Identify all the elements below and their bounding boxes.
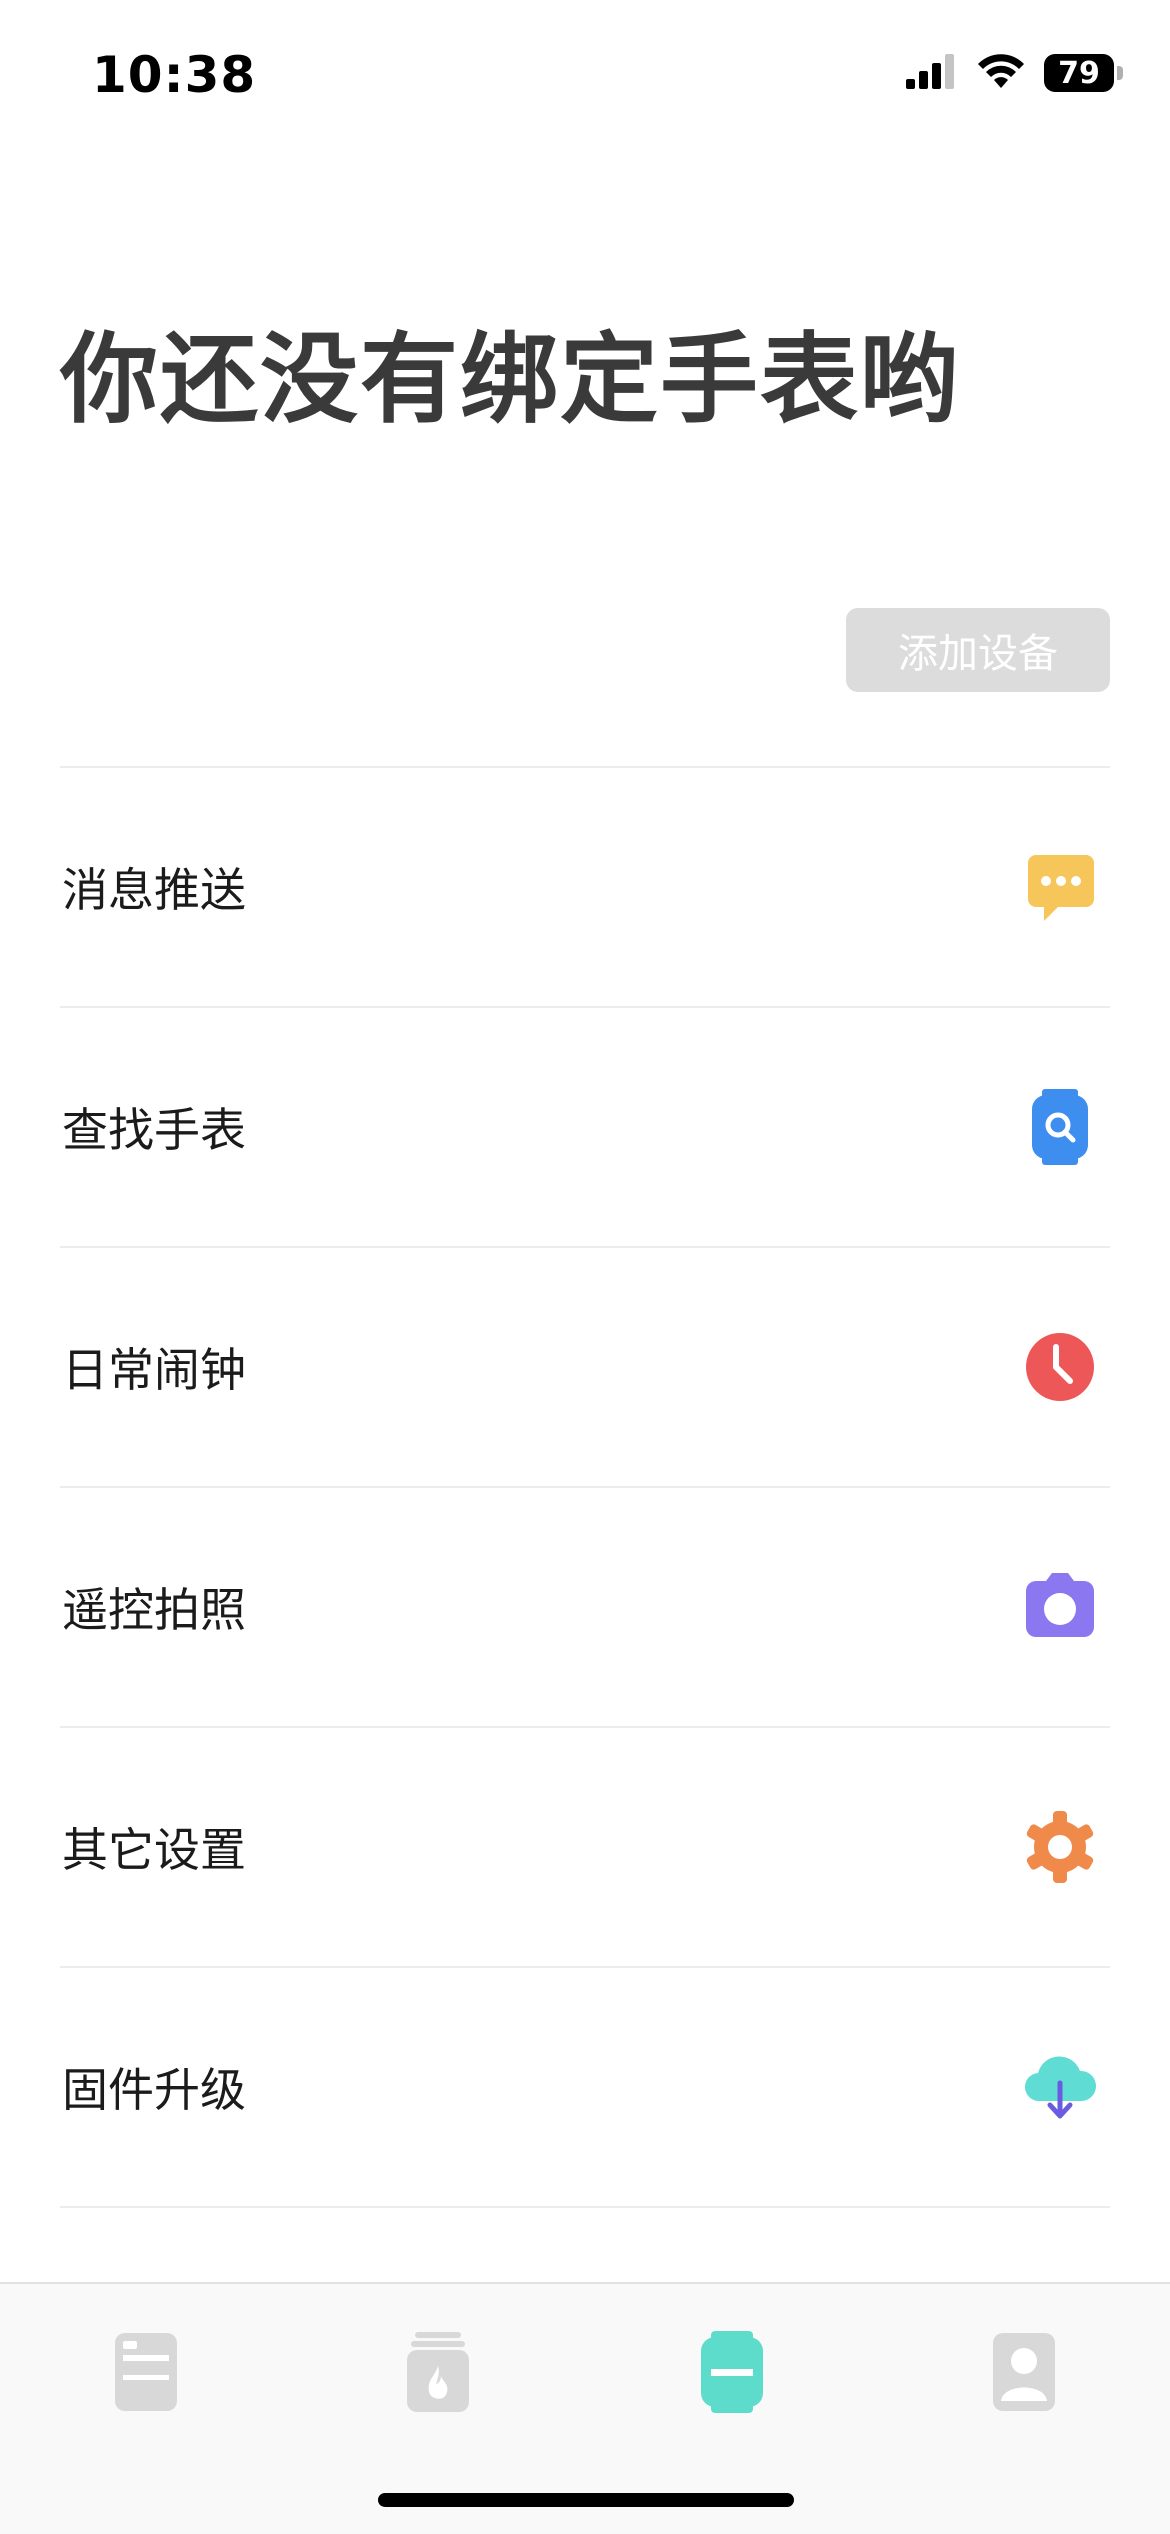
camera-icon	[1020, 1567, 1100, 1647]
menu-item-other-settings[interactable]: 其它设置	[60, 1728, 1110, 1968]
alarm-clock-icon	[1020, 1327, 1100, 1407]
message-bubble-icon	[1020, 847, 1100, 927]
find-watch-icon	[1020, 1087, 1100, 1167]
tab-list[interactable]	[86, 2314, 206, 2434]
cellular-signal-icon	[906, 53, 958, 93]
menu-item-firmware-upgrade[interactable]: 固件升级	[60, 1968, 1110, 2208]
menu-item-label: 其它设置	[62, 1823, 246, 1877]
fire-jar-icon	[405, 2330, 471, 2418]
tab-profile[interactable]	[964, 2314, 1084, 2434]
tab-device[interactable]	[672, 2314, 792, 2434]
status-time: 10:38	[92, 46, 257, 104]
menu-item-label: 查找手表	[62, 1103, 246, 1157]
menu-item-label: 固件升级	[62, 2063, 246, 2117]
menu-item-find-watch[interactable]: 查找手表	[60, 1008, 1110, 1248]
status-icons: 79	[906, 52, 1123, 94]
tab-activity[interactable]	[378, 2314, 498, 2434]
menu-item-label: 日常闹钟	[62, 1343, 246, 1397]
add-device-button[interactable]: 添加设备	[846, 608, 1110, 692]
status-bar: 10:38 79	[0, 0, 1170, 150]
menu-item-message-push[interactable]: 消息推送	[60, 768, 1110, 1008]
menu-item-label: 遥控拍照	[62, 1583, 246, 1637]
watch-icon	[699, 2329, 765, 2419]
cloud-download-icon	[1020, 2047, 1100, 2127]
battery-indicator: 79	[1044, 54, 1123, 92]
battery-cap	[1117, 66, 1123, 80]
settings-menu-list: 消息推送 查找手表 日常闹钟 遥控拍照 其它设置 固件升级	[60, 766, 1110, 2208]
home-indicator	[378, 2493, 794, 2507]
menu-item-remote-camera[interactable]: 遥控拍照	[60, 1488, 1110, 1728]
list-card-icon	[113, 2331, 179, 2417]
gear-icon	[1020, 1807, 1100, 1887]
menu-item-daily-alarm[interactable]: 日常闹钟	[60, 1248, 1110, 1488]
user-profile-icon	[991, 2331, 1057, 2417]
menu-item-label: 消息推送	[62, 863, 246, 917]
wifi-icon	[976, 52, 1026, 94]
page-title: 你还没有绑定手表哟	[60, 323, 961, 437]
battery-level: 79	[1058, 55, 1100, 91]
